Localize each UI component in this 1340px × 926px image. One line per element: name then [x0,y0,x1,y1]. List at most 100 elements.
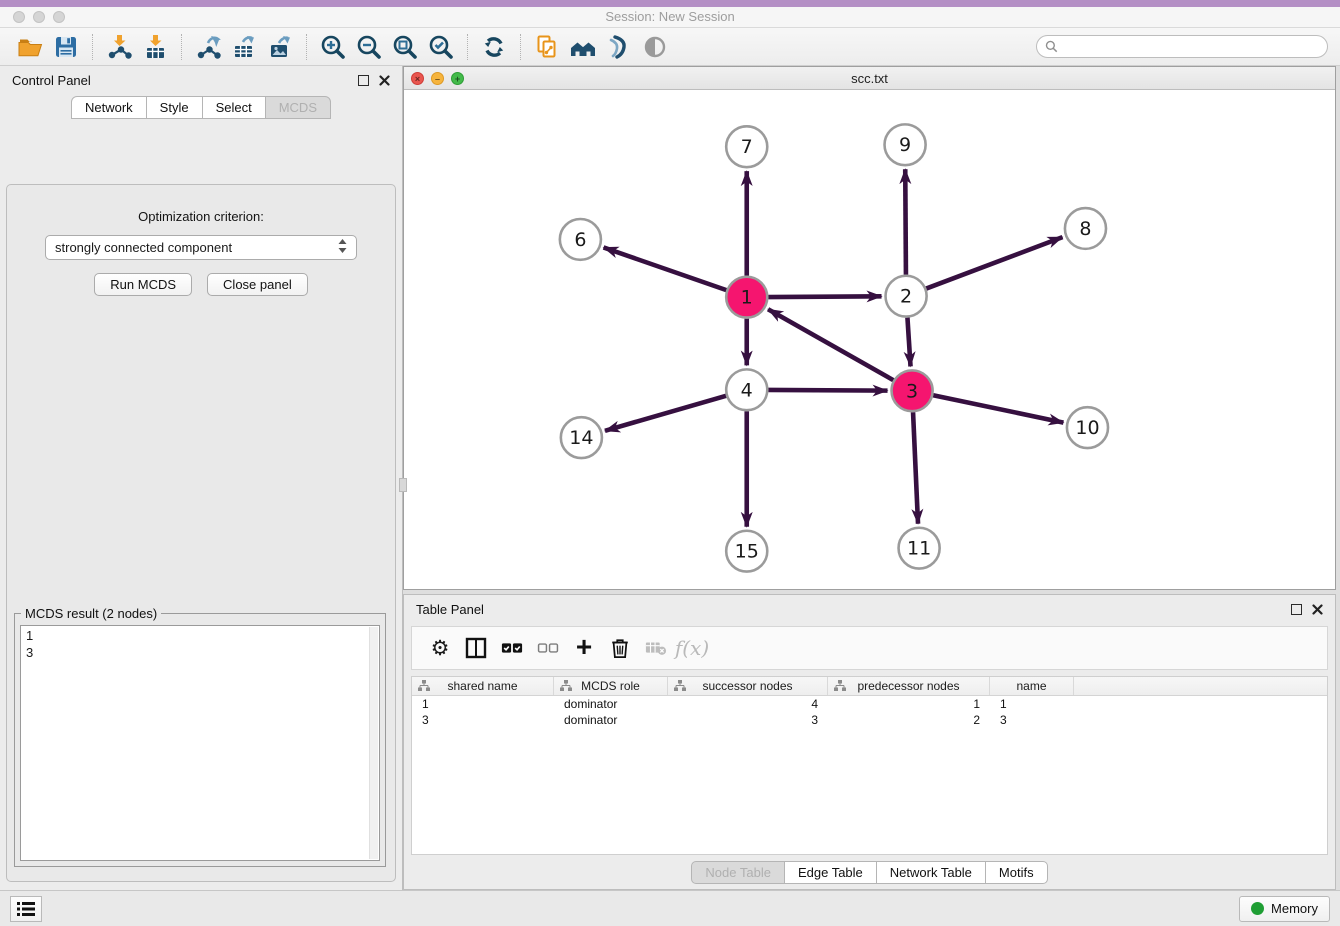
function-builder-icon[interactable]: f(x) [674,631,710,665]
cell-0-MCDS-role[interactable]: dominator [554,696,668,712]
run-mcds-button[interactable]: Run MCDS [94,273,192,296]
minimize-window-icon[interactable] [33,11,45,23]
edge-2-8[interactable] [926,237,1062,288]
edge-4-14[interactable] [605,396,726,431]
graph-node-11[interactable]: 11 [899,528,940,569]
network-minimize-icon[interactable]: – [431,72,444,85]
tab-motifs[interactable]: Motifs [985,861,1048,884]
refresh-layout-icon[interactable] [479,32,509,62]
cell-0-successor-nodes[interactable]: 4 [668,696,828,712]
cell-0-name[interactable]: 1 [990,696,1074,712]
memory-button[interactable]: Memory [1239,896,1330,922]
first-neighbors-icon[interactable] [568,32,598,62]
mcds-result-text[interactable]: 1 3 [20,625,380,861]
session-title: Session: New Session [0,7,1340,27]
node-label-11: 11 [907,538,931,560]
graph-node-15[interactable]: 15 [726,531,767,572]
column-header-MCDS-role[interactable]: MCDS role [554,677,668,695]
deselect-all-icon[interactable] [530,631,566,665]
graph-node-1[interactable]: 1 [726,277,767,318]
search-input[interactable] [1064,40,1319,54]
birds-eye-icon[interactable] [640,32,670,62]
network-window-titlebar[interactable]: × – + scc.txt [404,67,1335,90]
tab-network[interactable]: Network [71,96,147,119]
graph-node-3[interactable]: 3 [892,370,933,411]
column-header-name[interactable]: name [990,677,1074,695]
task-history-button[interactable] [10,896,42,922]
result-scrollbar[interactable] [369,627,378,859]
cell-0-shared-name[interactable]: 1 [412,696,554,712]
edge-1-2[interactable] [768,296,881,297]
save-session-icon[interactable] [51,32,81,62]
edge-3-1[interactable] [768,309,893,380]
zoom-in-icon[interactable] [318,32,348,62]
close-panel-button[interactable]: Close panel [207,273,308,296]
tab-node-table[interactable]: Node Table [691,861,785,884]
float-panel-icon[interactable] [358,75,369,86]
splitter-grip[interactable] [399,478,407,492]
graph-node-14[interactable]: 14 [561,417,602,458]
cell-1-MCDS-role[interactable]: dominator [554,712,668,728]
cell-1-shared-name[interactable]: 3 [412,712,554,728]
window-controls[interactable] [13,11,65,23]
network-graph[interactable]: 7 9 6 8 1 2 4 3 14 10 15 11 [404,90,1335,589]
cell-1-predecessor-nodes[interactable]: 2 [828,712,990,728]
mcds-result-group: MCDS result (2 nodes) 1 3 [14,613,386,867]
edge-4-3[interactable] [768,390,887,391]
tab-style[interactable]: Style [146,96,203,119]
graph-node-9[interactable]: 9 [885,124,926,165]
gear-icon[interactable]: ⚙ [422,631,458,665]
criterion-select[interactable]: strongly connected component [45,235,357,260]
column-header-predecessor-nodes[interactable]: predecessor nodes [828,677,990,695]
split-view-icon[interactable] [458,631,494,665]
table-panel: Table Panel ⚙ + f(x) shared nameMCDS rol… [403,594,1336,890]
edge-3-10[interactable] [933,395,1063,422]
table-row[interactable]: 3dominator323 [412,712,1327,728]
tab-select[interactable]: Select [202,96,266,119]
column-header-shared-name[interactable]: shared name [412,677,554,695]
destroy-table-icon[interactable] [638,631,674,665]
float-table-panel-icon[interactable] [1291,604,1302,615]
close-window-icon[interactable] [13,11,25,23]
graph-node-6[interactable]: 6 [560,219,601,260]
clone-network-icon[interactable] [532,32,562,62]
table-panel-title: Table Panel [416,602,484,617]
graph-node-7[interactable]: 7 [726,126,767,167]
cell-1-successor-nodes[interactable]: 3 [668,712,828,728]
network-maximize-icon[interactable]: + [451,72,464,85]
tab-edge-table[interactable]: Edge Table [784,861,877,884]
export-network-icon[interactable] [193,32,223,62]
tab-network-table[interactable]: Network Table [876,861,986,884]
table-row[interactable]: 1dominator411 [412,696,1327,712]
import-network-icon[interactable] [104,32,134,62]
tab-mcds[interactable]: MCDS [265,96,331,119]
edge-2-9[interactable] [905,169,906,275]
export-table-icon[interactable] [229,32,259,62]
graph-node-10[interactable]: 10 [1067,407,1108,448]
search-field[interactable] [1036,35,1328,58]
export-image-icon[interactable] [265,32,295,62]
edge-3-11[interactable] [913,412,918,524]
cell-0-predecessor-nodes[interactable]: 1 [828,696,990,712]
close-panel-icon[interactable] [379,75,390,86]
column-header-successor-nodes[interactable]: successor nodes [668,677,828,695]
graph-node-8[interactable]: 8 [1065,208,1106,249]
import-table-icon[interactable] [140,32,170,62]
delete-row-icon[interactable] [602,631,638,665]
graph-node-2[interactable]: 2 [886,276,927,317]
maximize-window-icon[interactable] [53,11,65,23]
cell-1-name[interactable]: 3 [990,712,1074,728]
zoom-fit-icon[interactable] [390,32,420,62]
visual-styles-icon[interactable] [604,32,634,62]
select-all-icon[interactable] [494,631,530,665]
edge-1-6[interactable] [604,247,727,290]
close-table-panel-icon[interactable] [1312,604,1323,615]
zoom-out-icon[interactable] [354,32,384,62]
add-row-icon[interactable]: + [566,631,602,665]
network-close-icon[interactable]: × [411,72,424,85]
network-canvas[interactable]: 7 9 6 8 1 2 4 3 14 10 15 11 [404,90,1335,589]
open-session-icon[interactable] [15,32,45,62]
zoom-selected-icon[interactable] [426,32,456,62]
edge-2-3[interactable] [907,318,910,367]
graph-node-4[interactable]: 4 [726,369,767,410]
